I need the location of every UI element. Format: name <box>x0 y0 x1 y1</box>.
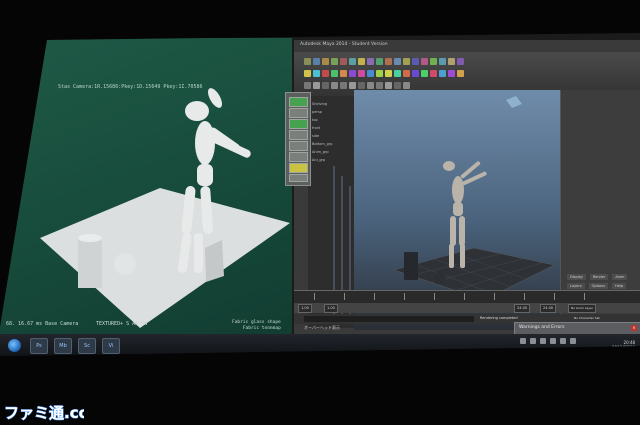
close-icon[interactable]: × <box>631 325 637 331</box>
floor-plane <box>40 188 290 328</box>
palette-button[interactable] <box>289 108 308 118</box>
popup-title: Warnings and Errors <box>519 325 565 330</box>
taskbar-app[interactable]: Mb <box>54 338 72 354</box>
palette-button[interactable] <box>289 130 308 140</box>
projected-screen: Stas Camera:1R.15686:Pkey:1D.15649 Pkey:… <box>0 33 640 356</box>
command-input[interactable] <box>304 316 474 322</box>
range-start-field-2[interactable]: 1.00 <box>324 304 338 313</box>
windows-start-icon[interactable] <box>8 339 21 352</box>
tray-icon[interactable] <box>530 338 536 344</box>
menu-help[interactable]: Help <box>612 283 627 289</box>
layer-editor-menu[interactable]: Layers Options Help <box>567 283 627 289</box>
persp-sphere <box>433 272 445 284</box>
palette-button[interactable] <box>289 141 308 151</box>
status-text: Rendering completed <box>480 316 518 320</box>
maya-status-icons[interactable] <box>304 82 410 89</box>
tab-display[interactable]: Display <box>567 274 586 280</box>
char-set-field[interactable]: No Character Set <box>574 316 600 320</box>
palette-button[interactable] <box>289 174 308 182</box>
persp-cylinder <box>404 252 418 280</box>
layer-editor-tabs[interactable]: Display Render Anim <box>567 274 628 280</box>
cylinder-object <box>78 238 102 288</box>
menu-options[interactable]: Options <box>588 283 609 289</box>
taskbar-app[interactable]: Vi <box>102 338 120 354</box>
help-line: オーバーヘッド表示 <box>304 325 340 330</box>
cylinder-top <box>78 234 102 242</box>
hud-shader-line2: Fabric toonmap <box>242 326 281 331</box>
sphere-object <box>114 253 136 275</box>
maya-tool-icons[interactable] <box>304 70 464 77</box>
watermark-logo-art: ファミ通.com <box>4 404 84 423</box>
tab-anim[interactable]: Anim <box>612 274 628 280</box>
svg-text:ファミ通.com: ファミ通.com <box>4 404 84 422</box>
maya-window: Autodesk Maya 2014 - Student Version She… <box>294 40 640 340</box>
tray-icon[interactable] <box>570 338 576 344</box>
range-end-field-2[interactable]: 24.00 <box>540 304 557 313</box>
taskbar-app[interactable]: Sc <box>78 338 96 354</box>
clock-date: 2013/07/16 <box>612 345 636 350</box>
floating-tool-palette[interactable] <box>285 92 311 186</box>
tray-icon[interactable] <box>560 338 566 344</box>
viewport-hud-mode: TEXTURED+ S AA ON <box>96 321 148 327</box>
viewport-hud-camera: 68. 16.67 ms Base Camera <box>6 321 79 327</box>
tray-icon[interactable] <box>550 338 556 344</box>
maya-shelf-icons[interactable] <box>304 58 464 65</box>
tab-render[interactable]: Render <box>589 274 609 280</box>
viewport-hud-shader: Fabric glass shape Fabric toonmap <box>232 320 281 332</box>
maya-title: Autodesk Maya 2014 - Student Version <box>300 42 388 47</box>
range-start-field[interactable]: 1.00 <box>298 304 312 313</box>
range-slider[interactable]: 1.00 1.00 24.00 24.00 No Anim Layer <box>294 303 640 313</box>
system-tray[interactable] <box>520 338 576 344</box>
range-end-field[interactable]: 24.00 <box>514 304 531 313</box>
palette-button[interactable] <box>289 163 308 173</box>
taskbar-app[interactable]: Ps <box>30 338 48 354</box>
palette-button[interactable] <box>289 119 308 129</box>
left-scene-render <box>40 88 290 328</box>
left-3d-viewport[interactable]: Stas Camera:1R.15686:Pkey:1D.15649 Pkey:… <box>0 38 292 336</box>
palette-button[interactable] <box>289 152 308 162</box>
time-slider[interactable] <box>294 290 640 303</box>
view-cube-icon[interactable] <box>506 96 522 108</box>
viewport-hud-top: Stas Camera:1R.15686:Pkey:1D.15649 Pkey:… <box>58 84 203 90</box>
palette-button[interactable] <box>289 97 308 107</box>
tray-icon[interactable] <box>540 338 546 344</box>
tray-icon[interactable] <box>520 338 526 344</box>
anim-layer-field[interactable]: No Anim Layer <box>568 304 597 313</box>
famitsu-logo: ファミ通.com <box>4 401 84 423</box>
taskbar-clock[interactable]: 20:48 2013/07/16 <box>612 340 635 350</box>
menu-layers[interactable]: Layers <box>567 283 585 289</box>
